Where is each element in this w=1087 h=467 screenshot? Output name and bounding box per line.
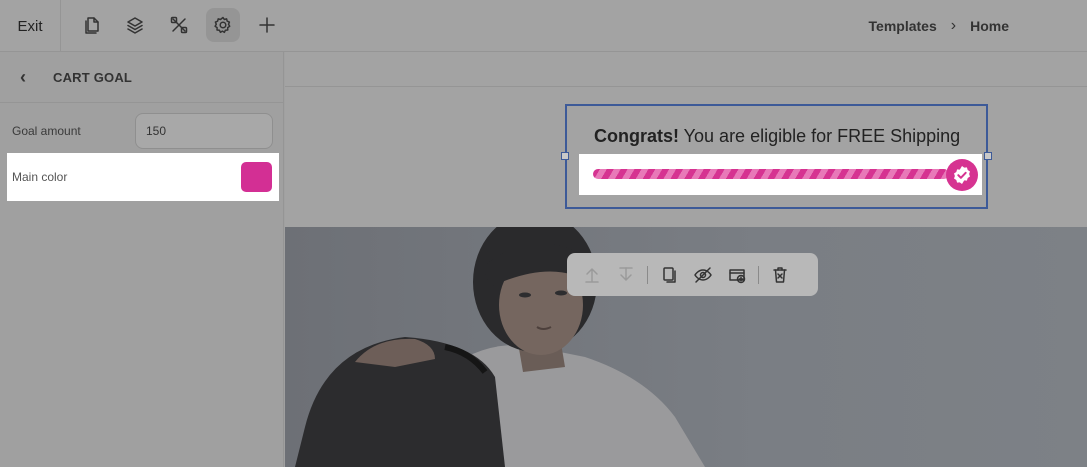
hide-icon[interactable] [686, 260, 720, 290]
cart-goal-message: Congrats! You are eligible for FREE Ship… [594, 126, 960, 147]
main-color-label: Main color [12, 170, 68, 184]
delete-icon[interactable] [763, 260, 797, 290]
toolbar-divider [647, 265, 648, 284]
breadcrumb-templates[interactable]: Templates [869, 18, 937, 34]
top-toolbar: Exit Templates › Home [0, 0, 1087, 52]
toolbar-divider [758, 265, 759, 284]
check-badge-icon [946, 159, 978, 191]
settings-icon[interactable] [206, 8, 240, 42]
duplicate-icon[interactable] [652, 260, 686, 290]
sidebar-header: ‹ CART GOAL [0, 52, 283, 103]
progress-bar [593, 169, 949, 179]
add-section-icon[interactable] [720, 260, 754, 290]
resize-handle-left[interactable] [561, 152, 569, 160]
main-color-row: Main color [7, 153, 279, 201]
cart-goal-block[interactable]: Congrats! You are eligible for FREE Ship… [561, 104, 992, 209]
layers-icon[interactable] [118, 8, 152, 42]
exit-button[interactable]: Exit [0, 0, 61, 52]
resize-handle-right[interactable] [984, 152, 992, 160]
plus-icon[interactable] [250, 8, 284, 42]
goal-amount-label: Goal amount [12, 124, 81, 138]
back-chevron-icon[interactable]: ‹ [20, 67, 40, 88]
settings-sidebar: ‹ CART GOAL Goal amount 150 Main color [0, 52, 284, 467]
progress-bar-container [579, 154, 982, 195]
breadcrumb: Templates › Home [869, 17, 1009, 35]
tools-icon[interactable] [162, 8, 196, 42]
canvas-top-strip [285, 52, 1087, 87]
chevron-right-icon: › [950, 17, 957, 34]
element-toolbar [567, 253, 818, 296]
goal-amount-row: Goal amount 150 [0, 112, 284, 150]
sidebar-title: CART GOAL [53, 69, 133, 85]
main-color-swatch[interactable] [241, 162, 272, 192]
move-down-icon[interactable] [609, 260, 643, 290]
congrats-text: Congrats! [594, 126, 679, 146]
page-icon[interactable] [75, 8, 109, 42]
breadcrumb-home[interactable]: Home [970, 18, 1009, 34]
move-up-icon[interactable] [575, 260, 609, 290]
shipping-message: You are eligible for FREE Shipping [679, 126, 961, 146]
goal-amount-input[interactable]: 150 [135, 113, 273, 149]
